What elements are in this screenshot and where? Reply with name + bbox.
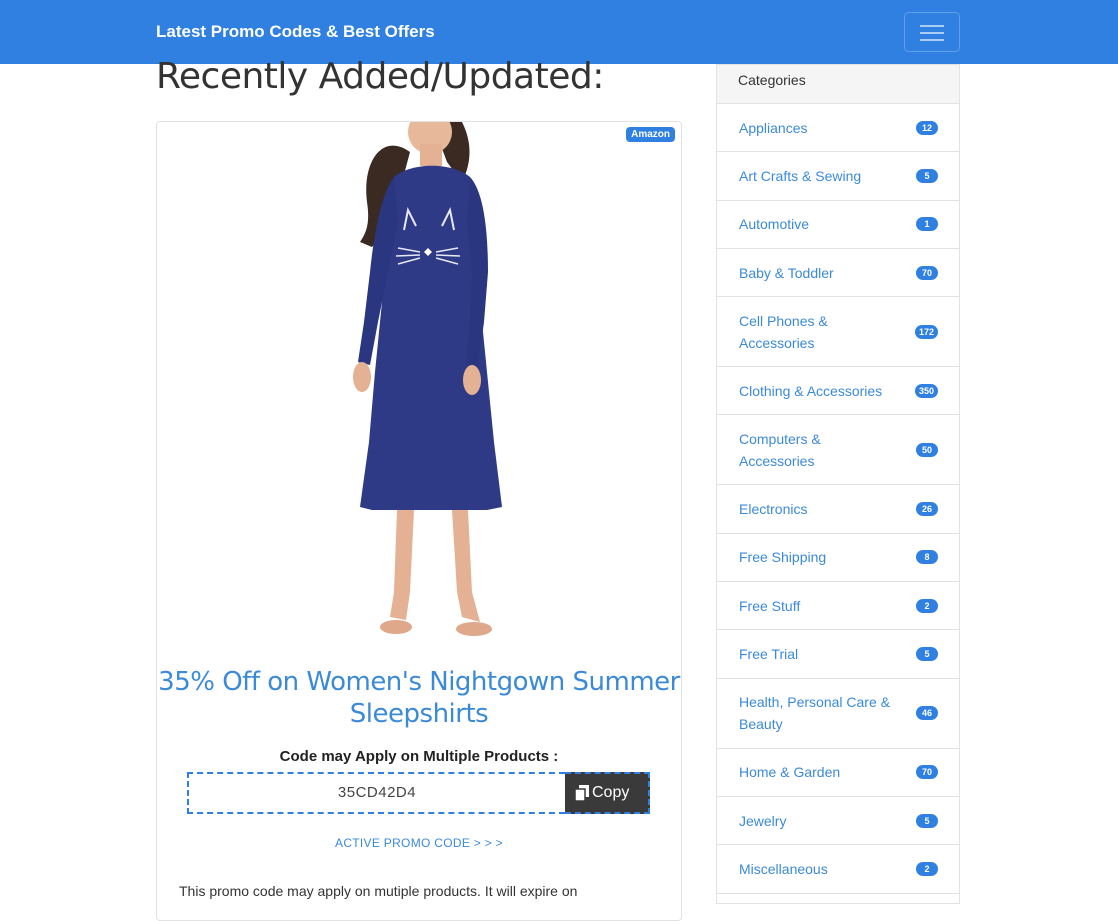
sidebar-item-electronics[interactable]: Electronics 26 [717,485,959,534]
sidebar-item-baby-toddler[interactable]: Baby & Toddler 70 [717,249,959,298]
sidebar-item-automotive[interactable]: Automotive 1 [717,201,959,249]
hamburger-menu-icon[interactable] [904,12,960,52]
category-count-badge: 2 [916,861,938,876]
category-count-badge: 26 [916,502,938,517]
category-count-badge: 70 [916,765,938,780]
category-label: Cell Phones & Accessories [739,312,828,351]
sidebar-item-jewelry[interactable]: Jewelry 5 [717,797,959,846]
category-count-badge: 12 [916,120,938,135]
copy-button-label: Copy [592,784,630,801]
sidebar-item-home-garden[interactable]: Home & Garden 70 [717,749,959,797]
category-label: Appliances [739,119,808,136]
category-label: Free Stuff [739,597,801,614]
top-navbar: Latest Promo Codes & Best Offers [0,0,1118,64]
category-count-badge: 8 [916,550,938,565]
category-label: Baby & Toddler [739,264,834,281]
sidebar-item-art-crafts-sewing[interactable]: Art Crafts & Sewing 5 [717,152,959,201]
category-count-badge: 1 [916,217,938,232]
category-count-badge: 172 [914,324,938,339]
category-count-badge: 5 [916,168,938,183]
sidebar-header: Categories [717,65,959,104]
category-list: Appliances 12 Art Crafts & Sewing 5 Auto… [717,104,959,894]
categories-sidebar: Categories Appliances 12 Art Crafts & Se… [716,64,960,904]
category-label: Electronics [739,501,808,518]
category-count-badge: 70 [916,265,938,280]
category-count-badge: 5 [916,813,938,828]
category-label: Free Shipping [739,549,827,566]
category-count-badge: 5 [916,647,938,662]
store-badge[interactable]: Amazon [626,127,675,142]
category-label: Computers & Accessories [739,430,821,469]
category-label: Home & Garden [739,764,841,781]
category-label: Clothing & Accessories [739,382,883,399]
sidebar-item-cell-phones[interactable]: Cell Phones & Accessories 172 [717,297,959,368]
copy-button[interactable]: Copy [565,772,650,814]
sidebar-item-appliances[interactable]: Appliances 12 [717,104,959,153]
category-count-badge: 2 [916,598,938,613]
offer-description: This promo code may apply on mutiple pro… [179,883,578,899]
category-label: Art Crafts & Sewing [739,167,862,184]
copy-icon [575,784,589,801]
product-image[interactable] [312,122,532,642]
category-count-badge: 46 [916,706,938,721]
category-label: Free Trial [739,646,799,663]
sidebar-item-computers[interactable]: Computers & Accessories 50 [717,415,959,486]
category-label: Jewelry [739,812,787,829]
category-count-badge: 350 [914,383,938,398]
sidebar-item-clothing[interactable]: Clothing & Accessories 350 [717,367,959,416]
category-label: Automotive [739,216,810,233]
category-label: Miscellaneous [739,860,828,877]
apply-note: Code may Apply on Multiple Products : [279,748,559,765]
category-count-badge: 50 [916,442,938,457]
page-title: Recently Added/Updated: [156,56,604,97]
active-promo-code-link[interactable]: ACTIVE PROMO CODE > > > [157,836,681,850]
sidebar-item-free-stuff[interactable]: Free Stuff 2 [717,582,959,631]
site-brand-link[interactable]: Latest Promo Codes & Best Offers [156,22,435,42]
category-label: Health, Personal Care & Beauty [739,694,890,733]
sidebar-item-health-beauty[interactable]: Health, Personal Care & Beauty 46 [717,679,959,749]
promo-code-field[interactable]: 35CD42D4 [187,772,565,814]
sidebar-item-free-shipping[interactable]: Free Shipping 8 [717,534,959,583]
offer-title-link[interactable]: 35% Off on Women's Nightgown Summer Slee… [157,666,681,730]
offer-card: Amazon 35% Off on Women's Nightgown Summ… [156,121,682,921]
sidebar-item-miscellaneous[interactable]: Miscellaneous 2 [717,845,959,894]
sidebar-item-free-trial[interactable]: Free Trial 5 [717,630,959,679]
